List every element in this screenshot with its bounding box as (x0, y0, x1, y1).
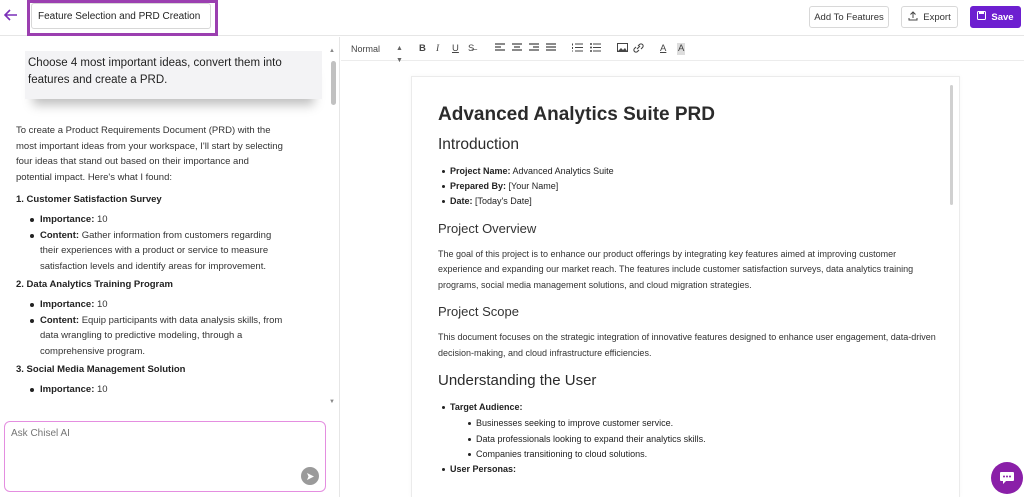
prd-document[interactable]: Advanced Analytics Suite PRD Introductio… (411, 76, 960, 497)
list-item: Date: [Today's Date] (442, 194, 938, 209)
back-arrow-icon[interactable] (3, 8, 20, 26)
add-to-features-label: Add To Features (814, 11, 884, 23)
align-justify-icon[interactable] (546, 43, 556, 56)
chat-support-icon[interactable] (991, 462, 1023, 494)
text-style-select[interactable]: Normal (351, 43, 380, 55)
section-heading-introduction: Introduction (438, 136, 519, 153)
ordered-list-icon[interactable] (572, 43, 583, 56)
project-scope-text: This document focuses on the strategic i… (438, 332, 936, 358)
response-intro: To create a Product Requirements Documen… (16, 125, 283, 183)
idea-title: 3. Social Media Management Solution (16, 364, 186, 376)
idea-item: 1. Customer Satisfaction Survey Importan… (16, 192, 284, 274)
idea-content: Content: Equip participants with data an… (30, 313, 284, 360)
idea-importance: Importance: 10 (30, 212, 284, 228)
project-overview-text: The goal of this project is to enhance o… (438, 248, 914, 290)
scroll-up-icon[interactable]: ▲ (329, 48, 335, 54)
list-item: Companies transitioning to cloud solutio… (468, 447, 938, 462)
assistant-response: To create a Product Requirements Documen… (16, 123, 284, 398)
ask-ai-box[interactable] (4, 421, 326, 492)
section-heading-project-overview: Project Overview (438, 220, 537, 236)
bullet-list-icon[interactable] (590, 43, 601, 56)
highlight-icon[interactable]: A (677, 43, 686, 55)
strikethrough-icon[interactable]: S̶ (468, 43, 474, 55)
export-label: Export (923, 11, 951, 23)
document-title: Advanced Analytics Suite PRD (438, 104, 715, 125)
align-left-icon[interactable] (495, 43, 505, 56)
section-heading-project-scope: Project Scope (438, 304, 519, 320)
chat-scrollbar-thumb[interactable] (331, 61, 336, 105)
text-color-icon[interactable]: A (660, 43, 666, 55)
bold-icon[interactable]: B (419, 43, 426, 55)
document-content: Advanced Analytics Suite PRD Introductio… (438, 103, 938, 477)
document-scrollbar-thumb[interactable] (950, 85, 953, 205)
image-icon[interactable] (617, 43, 628, 56)
editor-toolbar: Normal ▲ ▼ B I U S̶ A A (341, 37, 1024, 64)
top-bar: Add To Features Export Save (0, 0, 1024, 36)
idea-title: 1. Customer Satisfaction Survey (16, 194, 162, 206)
add-to-features-button[interactable]: Add To Features (809, 6, 889, 28)
list-item: Prepared By: [Your Name] (442, 179, 938, 194)
export-button[interactable]: Export (901, 6, 958, 28)
align-center-icon[interactable] (512, 43, 522, 56)
user-prompt-message: Choose 4 most important ideas, convert t… (25, 51, 322, 99)
ask-ai-input[interactable] (11, 428, 291, 439)
align-right-icon[interactable] (529, 43, 539, 56)
idea-title: 2. Data Analytics Training Program (16, 279, 173, 291)
ideas-list: 1. Customer Satisfaction Survey Importan… (16, 192, 284, 397)
chat-panel: Choose 4 most important ideas, convert t… (0, 37, 340, 497)
list-item: Target Audience: Businesses seeking to i… (442, 400, 938, 462)
select-caret-icon[interactable]: ▲ ▼ (396, 43, 403, 67)
idea-item: 3. Social Media Management Solution Impo… (16, 362, 284, 397)
save-button[interactable]: Save (970, 6, 1021, 28)
send-icon[interactable] (301, 467, 319, 485)
save-label: Save (991, 11, 1014, 23)
intro-details-list: Project Name: Advanced Analytics Suite P… (442, 164, 938, 210)
idea-importance: Importance: 10 (30, 382, 284, 398)
italic-icon[interactable]: I (436, 43, 439, 55)
idea-content: Content: Gather information from custome… (30, 228, 284, 275)
upload-icon (908, 10, 918, 24)
floppy-disk-icon (977, 11, 987, 23)
underline-icon[interactable]: U (452, 43, 459, 55)
section-heading-understanding-user: Understanding the User (438, 372, 597, 390)
list-item: User Personas: (442, 462, 938, 477)
user-list: Target Audience: Businesses seeking to i… (442, 400, 938, 477)
idea-item: 2. Data Analytics Training Program Impor… (16, 277, 284, 359)
scroll-down-icon[interactable]: ▼ (329, 399, 335, 405)
list-item: Project Name: Advanced Analytics Suite (442, 164, 938, 179)
document-title-input[interactable] (31, 3, 211, 29)
link-icon[interactable] (633, 43, 644, 57)
idea-importance: Importance: 10 (30, 297, 284, 313)
list-item: Data professionals looking to expand the… (468, 432, 938, 447)
list-item: Businesses seeking to improve customer s… (468, 416, 938, 431)
